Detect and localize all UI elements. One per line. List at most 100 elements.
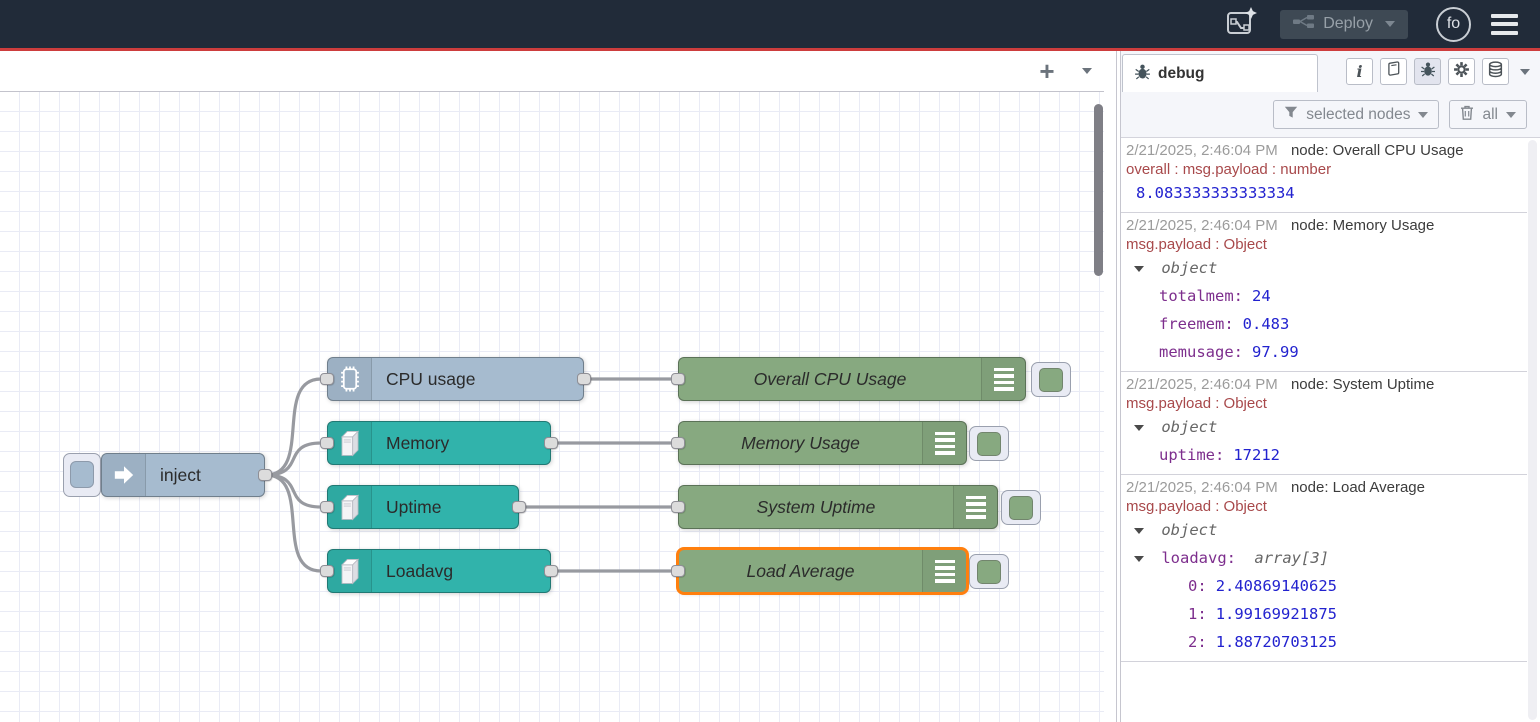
array-index: 2: [1188, 633, 1207, 651]
flow-canvas[interactable]: inject CPU usage: [0, 92, 1104, 722]
node-debug-overall-cpu-usage[interactable]: Overall CPU Usage: [678, 357, 1026, 401]
flow-assistant-button[interactable]: [1224, 5, 1258, 44]
node-inject[interactable]: inject: [101, 453, 265, 497]
debug-toggle-button[interactable]: [969, 426, 1009, 461]
flow-sparkle-icon: [1224, 5, 1258, 44]
node-debug-memory-usage[interactable]: Memory Usage: [678, 421, 967, 465]
info-icon: i: [1356, 62, 1362, 81]
output-port[interactable]: [258, 469, 272, 481]
payload-key: loadavg: [1161, 549, 1236, 567]
debug-toggle-button[interactable]: [969, 554, 1009, 589]
wire[interactable]: [266, 443, 321, 475]
debug-tab-button[interactable]: [1414, 58, 1441, 85]
input-port[interactable]: [671, 565, 685, 577]
node-label: CPU usage: [372, 358, 583, 400]
message-property: msg.payload : Object: [1126, 235, 1523, 254]
menu-bar-icon: [1491, 14, 1518, 18]
server-icon: [328, 486, 372, 528]
output-port[interactable]: [577, 373, 591, 385]
collapse-caret-icon[interactable]: [1134, 556, 1144, 562]
debug-message-list: 2/21/2025, 2:46:04 PM node: Overall CPU …: [1121, 137, 1540, 722]
message-value: 8.083333333333334: [1136, 184, 1295, 202]
info-tab-button[interactable]: i: [1346, 58, 1373, 85]
input-port[interactable]: [671, 373, 685, 385]
input-port[interactable]: [320, 565, 334, 577]
payload-value: 1.88720703125: [1216, 633, 1337, 651]
deploy-options-caret-icon[interactable]: [1385, 21, 1395, 27]
payload-key: memusage: [1159, 343, 1243, 361]
user-avatar[interactable]: fo: [1436, 7, 1471, 42]
node-debug-system-uptime[interactable]: System Uptime: [678, 485, 998, 529]
clear-caret-icon: [1506, 112, 1516, 118]
canvas-vertical-scrollbar[interactable]: [1094, 104, 1103, 276]
node-debug-load-average[interactable]: Load Average: [678, 549, 967, 593]
node-memory[interactable]: Memory: [327, 421, 551, 465]
debug-toggle-button[interactable]: [1031, 362, 1071, 397]
message-timestamp: 2/21/2025, 2:46:04 PM: [1126, 479, 1278, 496]
server-icon: [328, 422, 372, 464]
inject-trigger-inner: [70, 461, 94, 488]
message-source: node: Load Average: [1291, 479, 1425, 496]
input-port[interactable]: [320, 373, 334, 385]
sidebar-options-caret-icon[interactable]: [1520, 69, 1530, 75]
context-data-tab-button[interactable]: [1482, 58, 1509, 85]
flow-list-caret-icon[interactable]: [1082, 68, 1092, 74]
wire[interactable]: [266, 475, 321, 507]
collapse-caret-icon[interactable]: [1134, 528, 1144, 534]
node-cpu-usage[interactable]: CPU usage: [327, 357, 584, 401]
clear-messages-label: all: [1482, 106, 1498, 124]
sidebar-resize-handle[interactable]: [1104, 51, 1121, 722]
add-flow-button[interactable]: +: [1032, 56, 1062, 86]
debug-list-icon: [922, 422, 966, 464]
help-tab-button[interactable]: [1380, 58, 1407, 85]
clear-messages-dropdown[interactable]: all: [1449, 100, 1527, 129]
debug-message: 2/21/2025, 2:46:04 PM node: Load Average…: [1121, 475, 1527, 662]
node-label: Overall CPU Usage: [679, 358, 981, 400]
node-loadavg[interactable]: Loadavg: [327, 549, 551, 593]
sidebar-tab-bar: debug i: [1121, 51, 1540, 92]
messages-scrollbar-track[interactable]: [1528, 140, 1537, 720]
array-index: 0: [1188, 577, 1207, 595]
debug-list-icon: [922, 550, 966, 592]
output-port[interactable]: [544, 437, 558, 449]
debug-list-icon: [981, 358, 1025, 400]
object-label: object: [1161, 521, 1217, 539]
deploy-icon: [1293, 14, 1314, 34]
debug-toggle-inner: [1009, 496, 1033, 520]
input-port[interactable]: [671, 437, 685, 449]
payload-key: uptime: [1159, 446, 1224, 464]
payload-value: 0.483: [1243, 315, 1290, 333]
tab-debug[interactable]: debug: [1122, 54, 1318, 92]
wire-layer: [0, 92, 1104, 722]
deploy-label: Deploy: [1323, 15, 1373, 33]
filter-nodes-dropdown[interactable]: selected nodes: [1273, 100, 1439, 129]
inject-trigger-button[interactable]: [63, 453, 101, 497]
node-label: System Uptime: [679, 486, 953, 528]
input-port[interactable]: [320, 501, 334, 513]
message-property: msg.payload : Object: [1126, 497, 1523, 516]
output-port[interactable]: [512, 501, 526, 513]
input-port[interactable]: [320, 437, 334, 449]
debug-toggle-inner: [977, 432, 1001, 456]
array-type-label: array[3]: [1254, 549, 1329, 567]
funnel-icon: [1284, 106, 1298, 124]
avatar-initials: fo: [1447, 15, 1460, 33]
collapse-caret-icon[interactable]: [1134, 425, 1144, 431]
array-index: 1: [1188, 605, 1207, 623]
debug-toggle-button[interactable]: [1001, 490, 1041, 525]
payload-value: 17212: [1233, 446, 1280, 464]
payload-key: totalmem: [1159, 287, 1243, 305]
payload-value: 1.99169921875: [1216, 605, 1337, 623]
message-source: node: Memory Usage: [1291, 217, 1434, 234]
filter-caret-icon: [1418, 112, 1428, 118]
tab-debug-label: debug: [1158, 65, 1205, 83]
output-port[interactable]: [544, 565, 558, 577]
deploy-button[interactable]: Deploy: [1280, 10, 1408, 39]
config-tab-button[interactable]: [1448, 58, 1475, 85]
object-label: object: [1161, 418, 1217, 436]
input-port[interactable]: [671, 501, 685, 513]
node-uptime[interactable]: Uptime: [327, 485, 519, 529]
debug-sidebar: debug i: [1121, 51, 1540, 722]
collapse-caret-icon[interactable]: [1134, 266, 1144, 272]
main-menu-button[interactable]: [1491, 14, 1518, 35]
